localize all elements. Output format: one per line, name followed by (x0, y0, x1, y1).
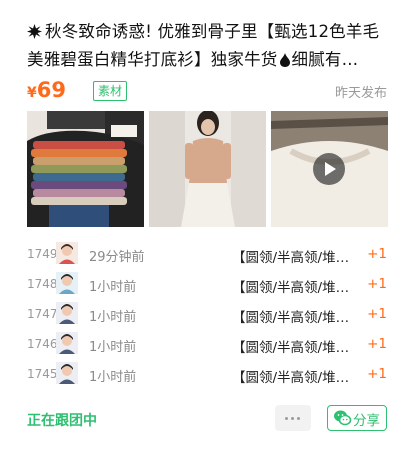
order-seq: 1747 (27, 307, 58, 321)
order-time: 1小时前 (89, 370, 137, 385)
order-seq: 1746 (27, 337, 58, 351)
order-time: 1小时前 (89, 280, 137, 295)
order-time: 1小时前 (89, 340, 137, 355)
play-icon[interactable] (313, 153, 345, 185)
order-qty: +1 (367, 336, 387, 352)
order-qty: +1 (367, 306, 387, 322)
wechat-icon (334, 410, 352, 426)
dot-icon (285, 417, 288, 420)
price-symbol: ¥ (27, 85, 37, 101)
dot-icon (291, 417, 294, 420)
order-qty: +1 (367, 366, 387, 382)
order-seq: 1748 (27, 277, 58, 291)
price-row: ¥69 素材 昨天发布 (27, 78, 387, 104)
avatar-icon (56, 332, 78, 354)
order-row[interactable]: 1749 29分钟前 【圆领/半高领/堆… +1 (27, 240, 389, 270)
fire-drop-icon (279, 53, 290, 67)
order-product: 【圆领/半高领/堆… (232, 370, 350, 386)
order-product: 【圆领/半高领/堆… (232, 250, 350, 266)
card-footer: 正在跟团中 分享 (27, 405, 389, 433)
order-product: 【圆领/半高领/堆… (232, 310, 350, 326)
order-product: 【圆领/半高领/堆… (232, 280, 350, 296)
order-seq: 1745 (27, 367, 58, 381)
post-title-tail: 细腻有… (291, 50, 359, 69)
order-seq: 1749 (27, 247, 58, 261)
order-list: 1749 29分钟前 【圆领/半高领/堆… +1 1748 1小时前 【圆领/半… (27, 240, 389, 390)
gallery-photo-1[interactable] (27, 111, 144, 227)
avatar-icon (56, 272, 78, 294)
order-product: 【圆领/半高领/堆… (232, 340, 350, 356)
post-title[interactable]: 秋冬致命诱惑! 优雅到骨子里【甄选12色羊毛美雅碧蛋白精华打底衫】独家牛货 细腻… (27, 18, 392, 74)
price: ¥69 (27, 78, 66, 102)
model-photo-image (149, 111, 266, 227)
group-status: 正在跟团中 (27, 413, 97, 429)
share-button[interactable]: 分享 (327, 405, 387, 431)
order-row[interactable]: 1745 1小时前 【圆领/半高领/堆… +1 (27, 360, 389, 390)
order-time: 29分钟前 (89, 250, 145, 265)
order-row[interactable]: 1747 1小时前 【圆领/半高领/堆… +1 (27, 300, 389, 330)
group-buy-card: 秋冬致命诱惑! 优雅到骨子里【甄选12色羊毛美雅碧蛋白精华打底衫】独家牛货 细腻… (0, 0, 411, 450)
share-label: 分享 (353, 413, 380, 429)
avatar-icon (56, 362, 78, 384)
more-options-button[interactable] (275, 405, 311, 431)
burst-icon (27, 24, 42, 39)
order-time: 1小时前 (89, 310, 137, 325)
price-value: 69 (36, 78, 66, 102)
image-gallery (27, 111, 389, 227)
gallery-video-3[interactable] (271, 111, 388, 227)
order-row[interactable]: 1748 1小时前 【圆领/半高领/堆… +1 (27, 270, 389, 300)
order-qty: +1 (367, 276, 387, 292)
gallery-photo-2[interactable] (149, 111, 266, 227)
dot-icon (297, 417, 300, 420)
avatar-icon (56, 302, 78, 324)
publish-time: 昨天发布 (334, 86, 387, 101)
order-row[interactable]: 1746 1小时前 【圆领/半高领/堆… +1 (27, 330, 389, 360)
avatar-icon (56, 242, 78, 264)
sweater-stack-image (27, 111, 144, 227)
material-tag[interactable]: 素材 (93, 81, 128, 101)
order-qty: +1 (367, 246, 387, 262)
